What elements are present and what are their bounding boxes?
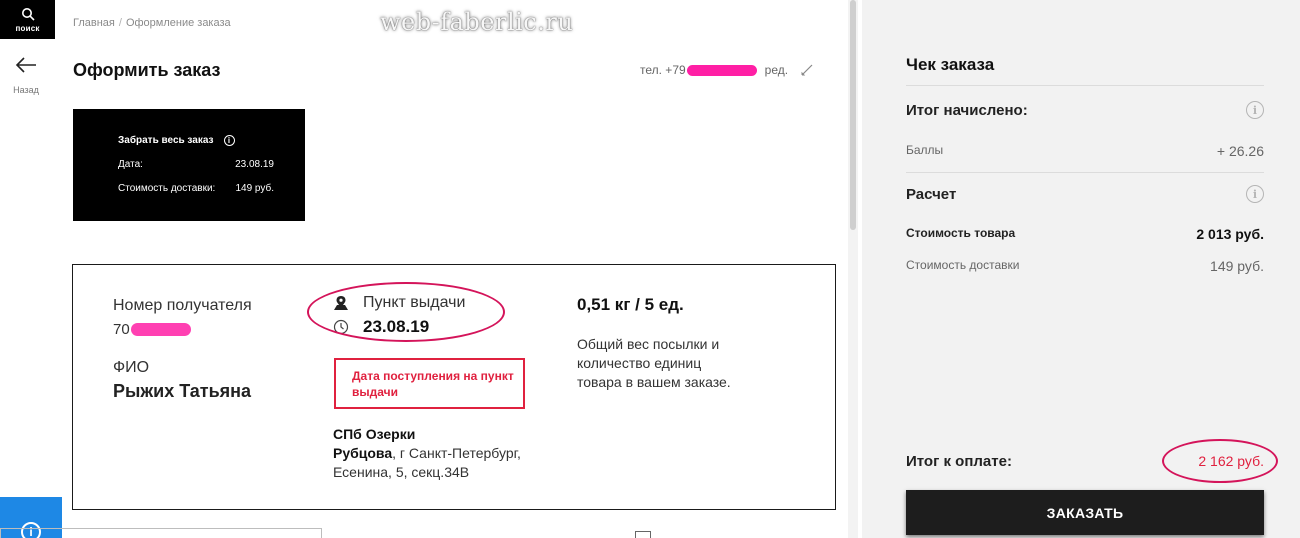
breadcrumb-current: Оформление заказа [125,17,231,29]
annotation-oval-total [1162,439,1278,483]
divider [906,85,1264,86]
parcel-weight: 0,51 кг / 5 ед. [577,295,684,314]
shipping-cost-value: 149 руб. [1210,258,1264,274]
pickup-date-row: Дата: 23.08.19 [118,159,274,170]
agree-checkbox[interactable] [635,531,651,538]
info-icon[interactable]: i [223,135,235,146]
pickup-cost-value: 149 руб. [235,183,274,194]
shipping-cost-label: Стоимость доставки [906,258,1020,272]
info-icon[interactable]: i [1246,185,1264,203]
breadcrumb: Главная / Оформление заказа [73,17,231,29]
info-icon[interactable]: i [1246,101,1264,119]
redacted-number [130,323,191,336]
scrollbar-thumb[interactable] [850,0,856,230]
pickup-card-title: Забрать весь заказ [118,135,214,146]
fio-value: Рыжих Татьяна [113,381,252,401]
annotation-oval-pickup [307,282,505,342]
pickup-street: Рубцова [333,445,393,461]
delivery-details-box: Номер получателя 70 ФИО Рыжих Татьяна Пу… [72,264,836,510]
receipt-panel: Чек заказа Итог начислено: i Баллы + 26.… [862,0,1300,538]
fio-label: ФИО [113,359,150,376]
watermark: web-faberlic.ru [380,8,574,36]
search-button[interactable]: поиск [0,0,55,39]
pickup-cost-label: Стоимость доставки: [118,183,216,194]
arrow-left-icon [15,57,36,73]
back-button[interactable]: Назад [4,56,48,95]
pencil-icon[interactable] [800,63,814,77]
recipient-label: Номер получателя [113,297,252,314]
receipt-title: Чек заказа [906,55,995,74]
back-label: Назад [13,85,39,95]
pickup-date-label: Дата: [118,159,143,170]
order-button[interactable]: ЗАКАЗАТЬ [906,490,1264,535]
breadcrumb-separator: / [118,17,122,29]
points-row: Баллы + 26.26 [906,143,1264,159]
search-label: поиск [15,23,40,33]
recipient-prefix: 70 [113,321,130,338]
annotation-note: Дата поступления на пункт выдачи [334,358,525,409]
pickup-point-name: СПб Озерки [333,426,416,442]
breadcrumb-home[interactable]: Главная [73,17,115,29]
total-label: Итог к оплате: [906,453,1012,470]
scrollbar[interactable] [848,0,858,538]
points-label: Баллы [906,143,944,157]
calc-section-header: Расчет i [906,185,1264,203]
shipping-cost-row: Стоимость доставки 149 руб. [906,258,1264,274]
search-icon [21,7,35,21]
calc-title: Расчет [906,185,957,203]
pickup-address: СПб Озерки Рубцова, г Санкт-Петербург, Е… [333,425,573,482]
phone-row: тел. +79 ред. [640,63,814,77]
comment-input[interactable] [0,528,322,538]
recipient-number: 70 [113,321,191,338]
accrued-title: Итог начислено: [906,101,1028,119]
accrued-section-header: Итог начислено: i [906,101,1264,119]
page-title: Оформить заказ [73,60,221,80]
redacted-phone [686,64,757,76]
goods-cost-row: Стоимость товара 2 013 руб. [906,226,1264,242]
goods-cost-value: 2 013 руб. [1196,226,1264,242]
pickup-cost-row: Стоимость доставки: 149 руб. [118,183,274,194]
pickup-card-header: Забрать весь заказ i [118,135,235,146]
edit-phone-link[interactable]: ред. [765,63,788,77]
pickup-date-value: 23.08.19 [235,159,274,170]
pickup-option-card[interactable]: Забрать весь заказ i Дата: 23.08.19 Стои… [73,109,305,221]
phone-prefix: тел. +79 [640,63,686,77]
parcel-weight-description: Общий вес посылки и количество единиц то… [577,336,731,390]
goods-cost-label: Стоимость товара [906,226,1016,240]
divider [906,172,1264,173]
points-value: + 26.26 [1216,143,1264,159]
